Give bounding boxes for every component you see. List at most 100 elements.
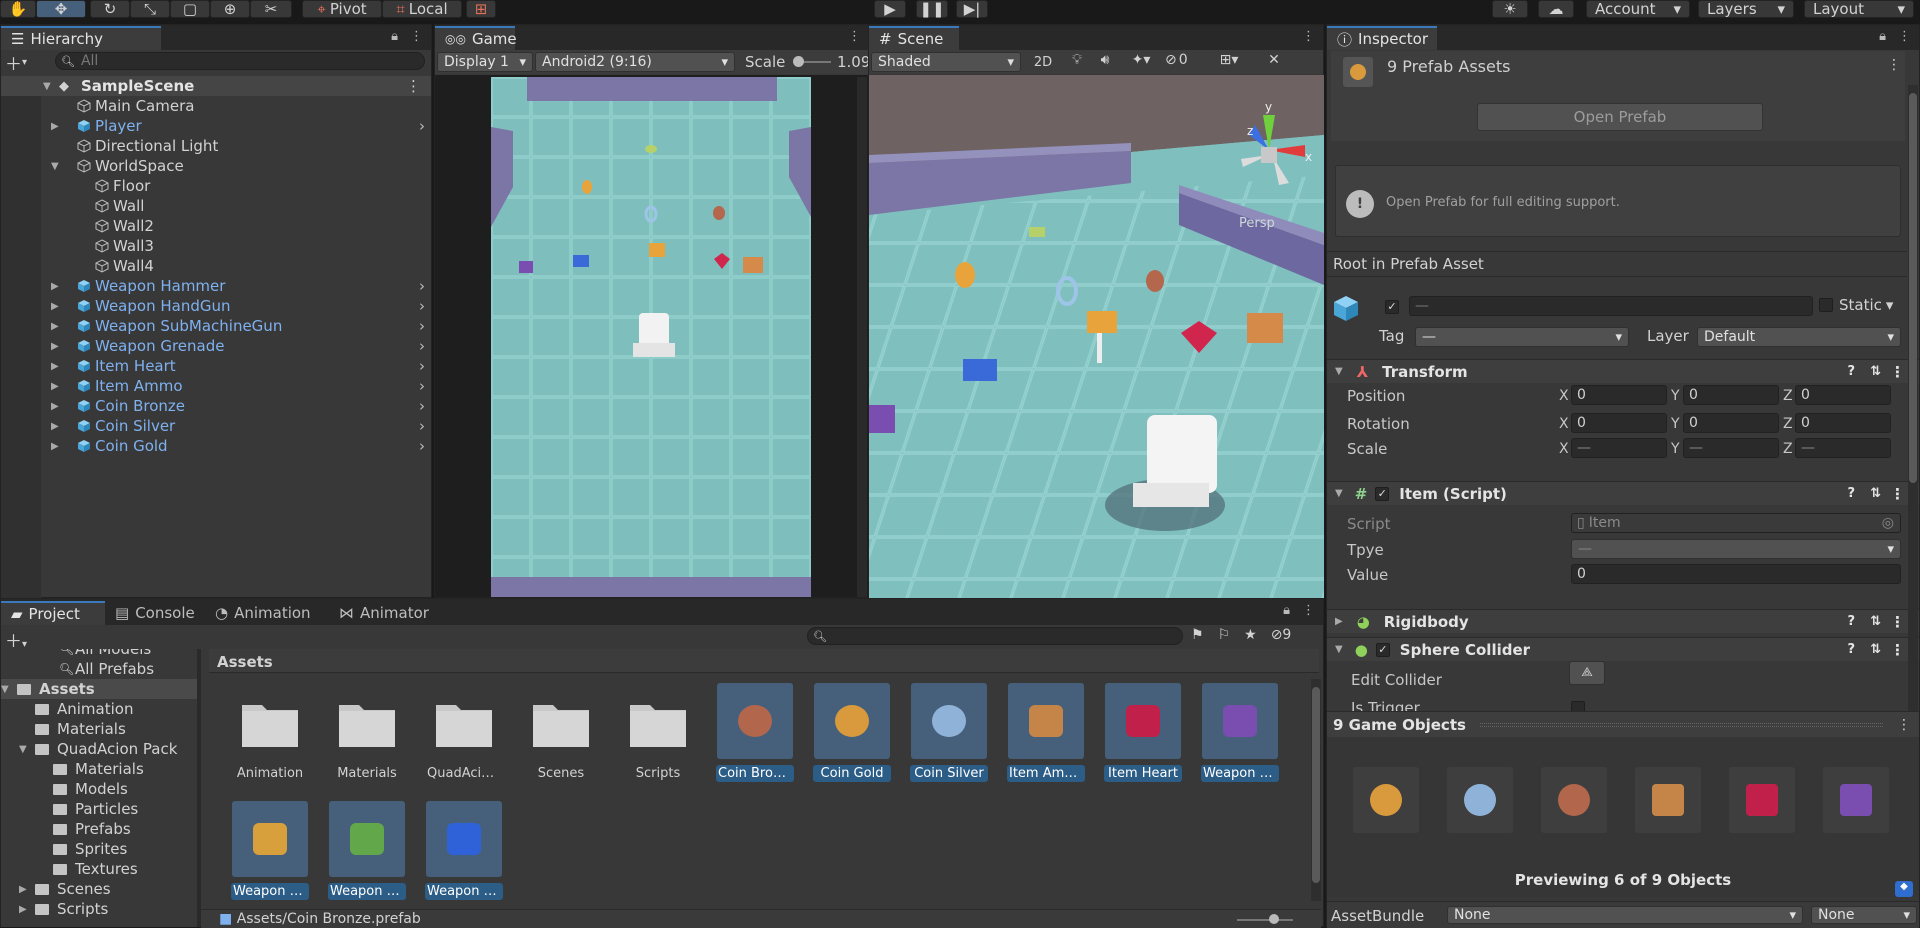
help-icon[interactable]: ? [1847,486,1855,501]
hierarchy-item[interactable]: Wall4 [1,256,431,276]
asset-label[interactable]: Weapon G... [1201,765,1279,782]
lighting-toggle-icon[interactable]: 💡︎ [1065,52,1089,72]
hierarchy-item[interactable]: ▼ WorldSpace [1,156,431,176]
toggle-2d-button[interactable]: 2D [1027,52,1059,72]
hierarchy-item[interactable]: Wall [1,196,431,216]
header-menu-icon[interactable]: ⋮ [1887,57,1901,73]
folder-icon[interactable] [337,697,397,749]
rotation-z-field[interactable]: 0 [1795,413,1891,433]
rigidbody-header[interactable]: ▶ ◕ Rigidbody ? ⇅ ⋮ [1327,609,1919,633]
tab-scene[interactable]: # Scene [869,26,959,50]
scene-menu-icon[interactable]: ⋮ [406,77,421,95]
project-tree-item[interactable]: 🔍︎ All Models [1,649,201,659]
project-tree-item[interactable]: Materials [1,759,201,779]
step-button[interactable]: ▶| [956,0,988,18]
position-z-field[interactable]: 0 [1795,385,1891,405]
hierarchy-item[interactable]: ▶ Player › [1,116,431,136]
prefab-thumbnail[interactable] [232,801,308,877]
project-create-button[interactable]: ＋▾ [5,627,45,652]
prefab-thumbnail[interactable] [426,801,502,877]
chevron-right-icon[interactable]: › [419,417,425,435]
sphere-collider-enabled-checkbox[interactable]: ✓ [1375,642,1390,657]
hierarchy-item[interactable]: Wall2 [1,216,431,236]
projection-label[interactable]: Persp [1239,216,1275,231]
asset-label[interactable]: Scenes [522,765,600,782]
resolution-dropdown[interactable]: Android2 (9:16) [535,52,735,72]
layout-dropdown[interactable]: Layout ▾ [1804,0,1914,18]
expand-icon[interactable]: ▶ [51,361,59,372]
project-tree-item[interactable]: ▶ Scripts [1,899,201,919]
menu-icon[interactable]: ⋮ [1302,29,1315,44]
asset-label[interactable]: QuadAcion... [425,765,503,782]
menu-icon[interactable]: ⋮ [1302,603,1315,618]
grid-dropdown-icon[interactable]: ⊞▾ [1209,52,1249,72]
help-icon[interactable]: ? [1847,614,1855,629]
display-dropdown[interactable]: Display 1 [437,52,533,72]
asset-label[interactable]: Item Heart [1104,765,1182,782]
open-prefab-button[interactable]: Open Prefab [1477,103,1763,131]
asset-label[interactable]: Item Ammo [1007,765,1085,782]
shading-dropdown[interactable]: Shaded [871,52,1021,72]
expand-icon[interactable]: ▶ [51,121,59,132]
create-button[interactable]: ＋ ▾ [5,52,45,75]
scale-z-field[interactable]: — [1795,438,1891,458]
scale-slider-handle[interactable] [793,56,804,67]
project-tree-item[interactable]: Particles [1,799,201,819]
lock-icon[interactable]: 🔒︎ [1283,603,1290,618]
position-y-field[interactable]: 0 [1683,385,1779,405]
name-field[interactable]: — [1409,296,1813,316]
project-tree-item[interactable]: Materials [1,719,201,739]
scale-x-field[interactable]: — [1571,438,1667,458]
project-search[interactable]: 🔍︎ [807,627,1183,645]
folder-icon[interactable] [240,697,300,749]
layers-dropdown[interactable]: Layers ▾ [1698,0,1794,18]
zoom-slider[interactable] [1237,919,1293,921]
expand-icon[interactable]: ▶ [51,381,59,392]
hierarchy-item[interactable]: ▶ Weapon SubMachineGun › [1,316,431,336]
hierarchy-item[interactable]: ▶ Coin Silver › [1,416,431,436]
zoom-slider-handle[interactable] [1269,914,1279,924]
hand-tool-icon[interactable]: ✋ [0,0,36,18]
expand-icon[interactable]: ▶ [51,401,59,412]
chevron-right-icon[interactable]: › [419,377,425,395]
prefab-thumbnail[interactable] [329,801,405,877]
project-scrollbar[interactable] [1311,679,1321,901]
folder-icon[interactable] [628,697,688,749]
project-tree-item[interactable]: Animation [1,699,201,719]
assetbundle-dropdown[interactable]: None [1447,906,1803,924]
collab-icon[interactable]: ☀ [1492,0,1528,18]
project-tree-item[interactable]: Prefabs [1,819,201,839]
preview-header[interactable]: 9 Game Objects ⋮ [1327,711,1919,737]
expand-icon[interactable]: ▶ [51,301,59,312]
asset-label[interactable]: Animation [231,765,309,782]
expand-icon[interactable]: ▶ [51,321,59,332]
favorite-star-icon[interactable]: ★ [1244,627,1257,643]
hierarchy-item[interactable]: Wall3 [1,236,431,256]
tab-hierarchy[interactable]: ☰ Hierarchy [1,26,161,50]
component-menu-icon[interactable]: ⋮ [1890,363,1905,381]
position-x-field[interactable]: 0 [1571,385,1667,405]
play-button[interactable]: ▶ [874,0,906,18]
rotation-y-field[interactable]: 0 [1683,413,1779,433]
chevron-right-icon[interactable]: › [419,437,425,455]
hierarchy-item[interactable]: ▶ Item Ammo › [1,376,431,396]
prefab-thumbnail[interactable] [1202,683,1278,759]
search-by-type-icon[interactable]: ⚑ [1191,627,1204,643]
asset-label[interactable]: Coin Silver [910,765,988,782]
collapse-icon[interactable]: ▼ [19,744,27,755]
inspector-scrollbar[interactable] [1908,85,1918,715]
chevron-right-icon[interactable]: › [419,337,425,355]
asset-label[interactable]: Materials [328,765,406,782]
folder-icon[interactable] [531,697,591,749]
custom-tool-icon[interactable]: ✂ [250,0,292,18]
prefab-thumbnail[interactable] [814,683,890,759]
preview-menu-icon[interactable]: ⋮ [1897,717,1911,733]
rotate-tool-icon[interactable]: ↻ [90,0,130,18]
expand-icon[interactable]: ▶ [51,441,59,452]
rect-tool-icon[interactable]: ▢ [170,0,210,18]
menu-icon[interactable]: ⋮ [1898,29,1911,44]
scene-row[interactable]: ▼ ◆ SampleScene ⋮ [1,76,431,96]
asset-label[interactable]: Weapon S... [425,883,503,900]
search-by-label-icon[interactable]: ⚐ [1218,627,1231,643]
project-tree-item[interactable]: ▶ Scenes [1,879,201,899]
